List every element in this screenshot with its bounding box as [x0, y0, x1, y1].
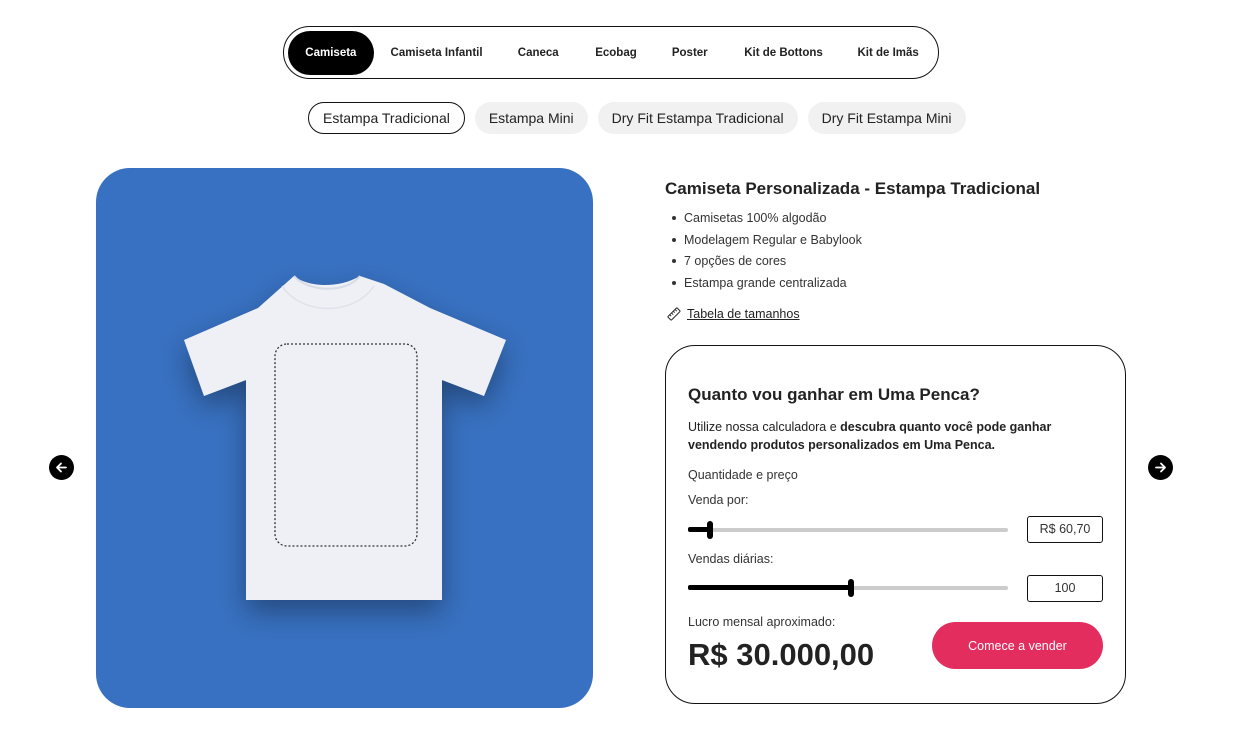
list-item: Estampa grande centralizada [672, 273, 862, 295]
feature-list: Camisetas 100% algodão Modelagem Regular… [672, 208, 862, 295]
start-selling-button[interactable]: Comece a vender [932, 622, 1103, 669]
calculator-desc-prefix: Utilize nossa calculadora e [688, 420, 841, 434]
profit-label: Lucro mensal aproximado: [688, 615, 836, 629]
list-item: Camisetas 100% algodão [672, 208, 862, 230]
sales-label: Vendas diárias: [688, 552, 774, 566]
slider-track [688, 528, 1008, 532]
subtab-estampa-mini[interactable]: Estampa Mini [474, 102, 588, 134]
product-image [96, 168, 593, 708]
profit-value: R$ 30.000,00 [688, 637, 875, 672]
price-label: Venda por: [688, 493, 749, 507]
size-chart-label[interactable]: Tabela de tamanhos [687, 307, 800, 321]
size-chart-link[interactable]: Tabela de tamanhos [667, 307, 800, 321]
slider-thumb[interactable] [707, 521, 714, 539]
earnings-calculator: Quanto vou ganhar em Uma Penca? Utilize … [665, 345, 1126, 704]
tab-caneca[interactable]: Caneca [499, 31, 577, 75]
tshirt-illustration [184, 275, 506, 600]
category-tabs: Camiseta Camiseta Infantil Caneca Ecobag… [283, 26, 939, 79]
sales-slider[interactable] [688, 578, 1008, 598]
tab-ecobag[interactable]: Ecobag [577, 31, 655, 75]
calculator-description: Utilize nossa calculadora e descubra qua… [688, 418, 1088, 454]
subcategory-tabs: Estampa Tradicional Estampa Mini Dry Fit… [308, 102, 966, 134]
sales-value-field[interactable]: 100 [1027, 575, 1103, 602]
slider-fill [688, 585, 852, 590]
price-slider[interactable] [688, 520, 1008, 540]
carousel-prev-button[interactable] [49, 455, 74, 480]
price-value-field[interactable]: R$ 60,70 [1027, 516, 1103, 543]
slider-thumb[interactable] [848, 579, 855, 597]
product-title: Camiseta Personalizada - Estampa Tradici… [665, 179, 1041, 198]
subtab-dry-fit-estampa-tradicional[interactable]: Dry Fit Estampa Tradicional [597, 102, 798, 134]
carousel-next-button[interactable] [1148, 455, 1173, 480]
section-label: Quantidade e preço [688, 468, 798, 482]
list-item: 7 opções de cores [672, 251, 862, 273]
arrow-left-icon [56, 462, 67, 473]
tab-kit-de-imas[interactable]: Kit de Imãs [842, 31, 934, 75]
tab-poster[interactable]: Poster [655, 31, 725, 75]
tab-camiseta-infantil[interactable]: Camiseta Infantil [374, 31, 500, 75]
arrow-right-icon [1155, 462, 1166, 473]
subtab-dry-fit-estampa-mini[interactable]: Dry Fit Estampa Mini [807, 102, 966, 134]
subtab-estampa-tradicional[interactable]: Estampa Tradicional [308, 102, 465, 134]
calculator-title: Quanto vou ganhar em Uma Penca? [688, 385, 980, 404]
list-item: Modelagem Regular e Babylook [672, 230, 862, 252]
tab-camiseta[interactable]: Camiseta [288, 30, 374, 75]
tab-kit-de-bottons[interactable]: Kit de Bottons [725, 31, 843, 75]
ruler-icon [667, 307, 681, 321]
